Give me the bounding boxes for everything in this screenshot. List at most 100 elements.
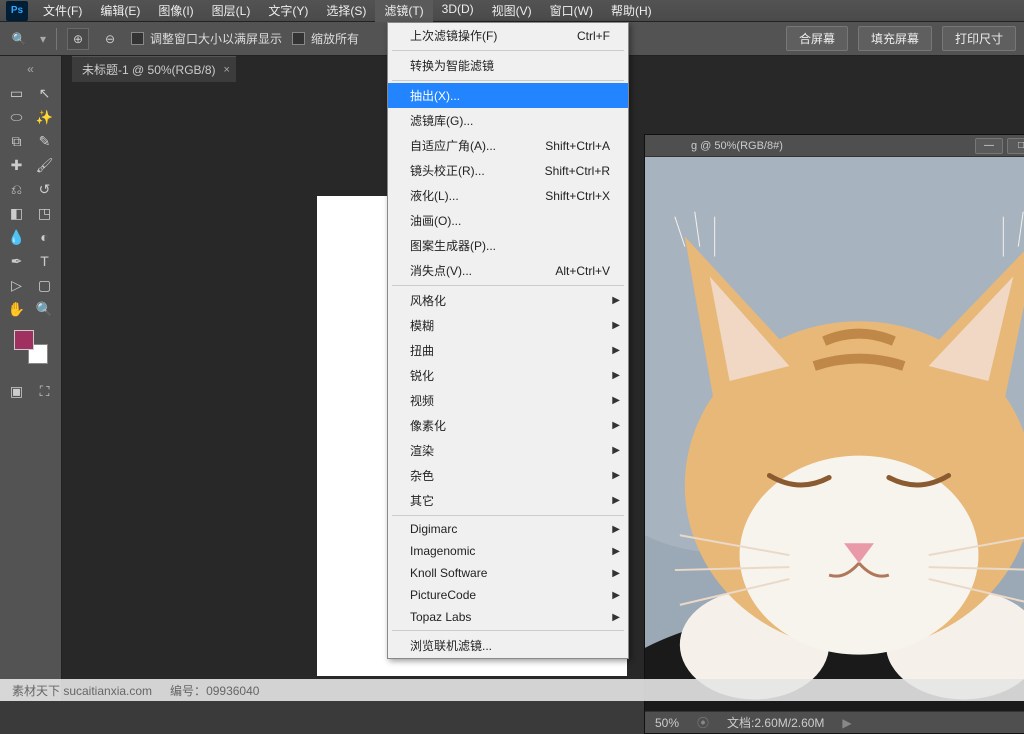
menu-entry[interactable]: 抽出(X)... bbox=[388, 83, 628, 108]
menu-entry[interactable]: PictureCode▶ bbox=[388, 584, 628, 606]
menu-entry[interactable]: 扭曲▶ bbox=[388, 338, 628, 363]
brush-tool-icon[interactable]: 🖌 bbox=[33, 154, 57, 176]
eraser-tool-icon[interactable]: ◧ bbox=[5, 202, 29, 224]
menu-entry[interactable]: 像素化 ▶ bbox=[388, 413, 628, 438]
submenu-arrow-icon: ▶ bbox=[612, 320, 620, 331]
heal-tool-icon[interactable]: ✚ bbox=[5, 154, 29, 176]
stamp-tool-icon[interactable]: ⎌ bbox=[5, 178, 29, 200]
lasso-tool-icon[interactable]: ⬭ bbox=[5, 106, 29, 128]
submenu-arrow-icon: ▶ bbox=[612, 295, 620, 306]
menu-entry-label: Knoll Software bbox=[410, 566, 487, 580]
tools-collapse-icon[interactable]: « bbox=[27, 62, 34, 76]
submenu-arrow-icon: ▶ bbox=[612, 612, 620, 623]
menu-item[interactable]: 视图(V) bbox=[483, 0, 541, 22]
menu-entry[interactable]: 浏览联机滤镜... bbox=[388, 633, 628, 658]
menu-item[interactable]: 窗口(W) bbox=[541, 0, 602, 22]
menu-entry[interactable]: 风格化▶ bbox=[388, 288, 628, 313]
zoom-out-icon[interactable]: ⊖ bbox=[99, 28, 121, 50]
arrow-tool-icon[interactable]: ↖ bbox=[33, 82, 57, 104]
menu-entry[interactable]: Topaz Labs▶ bbox=[388, 606, 628, 628]
zoom-tool2-icon[interactable]: 🔍 bbox=[33, 298, 57, 320]
blur-tool-icon[interactable]: 💧 bbox=[5, 226, 29, 248]
menu-entry[interactable]: 油画(O)... bbox=[388, 208, 628, 233]
menu-entry[interactable]: 镜头校正(R)...Shift+Ctrl+R bbox=[388, 158, 628, 183]
move-tool-icon[interactable]: ▭ bbox=[5, 82, 29, 104]
menu-entry[interactable]: 自适应广角(A)...Shift+Ctrl+A bbox=[388, 133, 628, 158]
menu-item[interactable]: 滤镜(T) bbox=[375, 0, 432, 22]
screenmode-icon[interactable]: ⛶ bbox=[33, 380, 57, 402]
menu-item[interactable]: 图像(I) bbox=[149, 0, 202, 22]
floating-titlebar[interactable]: g @ 50%(RGB/8#) — □ ✕ bbox=[645, 135, 1024, 157]
image-canvas[interactable]: 50% ⦿ 文档:2.60M/2.60M ▶ bbox=[645, 157, 1024, 733]
zoom-in-icon[interactable]: ⊕ bbox=[67, 28, 89, 50]
menu-entry[interactable]: Digimarc▶ bbox=[388, 518, 628, 540]
menu-item[interactable]: 帮助(H) bbox=[602, 0, 661, 22]
menu-entry[interactable]: Knoll Software ▶ bbox=[388, 562, 628, 584]
menu-item[interactable]: 选择(S) bbox=[317, 0, 375, 22]
menu-entry-label: 渲染 bbox=[410, 442, 434, 459]
menu-entry[interactable]: 上次滤镜操作(F)Ctrl+F bbox=[388, 23, 628, 48]
document-tab[interactable]: 未标题-1 @ 50%(RGB/8) × bbox=[72, 56, 236, 82]
menu-entry[interactable]: 消失点(V)...Alt+Ctrl+V bbox=[388, 258, 628, 283]
close-tab-icon[interactable]: × bbox=[224, 64, 230, 76]
submenu-arrow-icon: ▶ bbox=[612, 395, 620, 406]
zoom-tool-icon[interactable]: 🔍 bbox=[8, 28, 30, 50]
menu-entry[interactable]: 视频▶ bbox=[388, 388, 628, 413]
history-brush-icon[interactable]: ↺ bbox=[33, 178, 57, 200]
zoom-all-checkbox[interactable] bbox=[292, 32, 305, 45]
menu-item[interactable]: 文字(Y) bbox=[259, 0, 317, 22]
menu-entry-label: 滤镜库(G)... bbox=[410, 112, 473, 129]
dodge-tool-icon[interactable]: ◐ bbox=[33, 226, 57, 248]
ps-logo: Ps bbox=[6, 1, 28, 21]
fit-screen-button[interactable]: 合屏幕 bbox=[786, 26, 848, 51]
menu-item[interactable]: 文件(F) bbox=[34, 0, 91, 22]
filter-menu-dropdown: 上次滤镜操作(F)Ctrl+F 转换为智能滤镜抽出(X)... 滤镜库(G)... 自… bbox=[387, 22, 629, 659]
status-chevron-icon[interactable]: ⦿ bbox=[697, 714, 709, 731]
menu-entry-shortcut: Alt+Ctrl+V bbox=[555, 264, 610, 278]
crop-tool-icon[interactable]: ⧉ bbox=[5, 130, 29, 152]
menu-item[interactable]: 编辑(E) bbox=[91, 0, 149, 22]
zoom-value[interactable]: 50% bbox=[655, 716, 679, 730]
submenu-arrow-icon: ▶ bbox=[612, 420, 620, 431]
menu-entry[interactable]: 转换为智能滤镜 bbox=[388, 53, 628, 78]
menu-entry[interactable]: 杂色▶ bbox=[388, 463, 628, 488]
submenu-arrow-icon: ▶ bbox=[612, 524, 620, 535]
resize-window-checkbox[interactable] bbox=[131, 32, 144, 45]
submenu-arrow-icon: ▶ bbox=[612, 370, 620, 381]
shape-tool-icon[interactable]: ▢ bbox=[33, 274, 57, 296]
print-size-button[interactable]: 打印尺寸 bbox=[942, 26, 1016, 51]
menu-entry[interactable]: 渲染▶ bbox=[388, 438, 628, 463]
hand-tool-icon[interactable]: ✋ bbox=[5, 298, 29, 320]
menu-entry[interactable]: Imagenomic▶ bbox=[388, 540, 628, 562]
submenu-arrow-icon: ▶ bbox=[612, 568, 620, 579]
menu-separator bbox=[392, 50, 624, 51]
menu-item[interactable]: 图层(L) bbox=[203, 0, 260, 22]
menu-entry-label: 油画(O)... bbox=[410, 212, 461, 229]
menu-entry[interactable]: 液化(L)...Shift+Ctrl+X bbox=[388, 183, 628, 208]
menu-entry[interactable]: 锐化 ▶ bbox=[388, 363, 628, 388]
foreground-swatch[interactable] bbox=[14, 330, 34, 350]
color-swatches[interactable] bbox=[14, 330, 48, 364]
menu-item[interactable]: 3D(D) bbox=[433, 0, 483, 22]
status-arrow-icon[interactable]: ▶ bbox=[842, 716, 851, 730]
menu-entry-label: PictureCode bbox=[410, 588, 476, 602]
menu-entry[interactable]: 滤镜库(G)... bbox=[388, 108, 628, 133]
gradient-tool-icon[interactable]: ◳ bbox=[33, 202, 57, 224]
menu-entry[interactable]: 模糊▶ bbox=[388, 313, 628, 338]
menu-entry-label: 液化(L)... bbox=[410, 187, 459, 204]
type-tool-icon[interactable]: T bbox=[33, 250, 57, 272]
minimize-button[interactable]: — bbox=[975, 138, 1003, 154]
eyedropper-tool-icon[interactable]: ✎ bbox=[33, 130, 57, 152]
pen-tool-icon[interactable]: ✒ bbox=[5, 250, 29, 272]
menu-entry-label: 扭曲 bbox=[410, 342, 434, 359]
path-tool-icon[interactable]: ▷ bbox=[5, 274, 29, 296]
menu-entry-label: 锐化 bbox=[410, 367, 434, 384]
wand-tool-icon[interactable]: ✨ bbox=[33, 106, 57, 128]
menu-entry[interactable]: 图案生成器(P)... bbox=[388, 233, 628, 258]
menu-entry-label: 像素化 bbox=[410, 417, 446, 434]
menu-entry-label: 杂色 bbox=[410, 467, 434, 484]
menu-entry[interactable]: 其它▶ bbox=[388, 488, 628, 513]
fill-screen-button[interactable]: 填充屏幕 bbox=[858, 26, 932, 51]
maximize-button[interactable]: □ bbox=[1007, 138, 1024, 154]
quickmask-icon[interactable]: ▣ bbox=[5, 380, 29, 402]
